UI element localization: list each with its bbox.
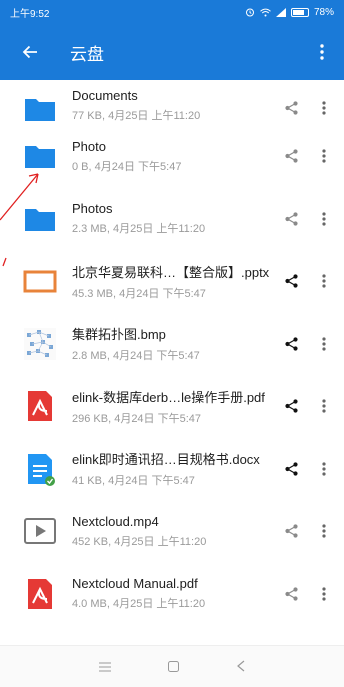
share-icon[interactable] [274,136,308,176]
share-icon[interactable] [274,511,308,551]
docx-icon [19,448,61,490]
more-vert-icon[interactable] [308,324,340,364]
file-row[interactable]: 北京华夏易联科…【整合版】.pptx 45.3 MB, 4月24日 下午5:47 [0,250,344,313]
back-button[interactable] [0,24,60,80]
file-meta: 2.3 MB, 4月25日 上午11:20 [72,223,206,236]
share-icon[interactable] [274,261,308,301]
share-icon[interactable] [274,574,308,614]
file-row[interactable]: Photos 2.3 MB, 4月25日 上午11:20 [0,188,344,251]
file-meta: 0 B, 4月24日 下午5:47 [72,160,182,173]
more-vert-icon[interactable] [308,261,340,301]
file-meta: 77 KB, 4月25日 上午11:20 [72,110,201,122]
more-vert-icon[interactable] [308,199,340,239]
file-text: Photo 0 B, 4月24日 下午5:47 [72,139,274,174]
file-list: Documents 77 KB, 4月25日 上午11:20 Photo 0 B, 4… [0,80,344,625]
more-vert-icon [320,44,324,60]
menu-nav-icon[interactable] [98,659,111,675]
share-icon[interactable] [274,386,308,426]
file-meta: 41 KB, 4月24日 下午5:47 [72,475,195,488]
more-vert-icon[interactable] [308,511,340,551]
file-row[interactable]: Nextcloud Manual.pdf 4.0 MB, 4月25日 上午11:2… [0,563,344,626]
folder-icon [19,198,61,240]
status-icons: 78% [245,7,334,18]
screen: 上午9:52 78% 云盘 Documents 77 KB, 4月25日 上午11… [0,0,344,687]
file-name: Nextcloud.mp4 [72,513,159,529]
video-icon [19,510,61,552]
file-text: elink-数据库derb…le操作手册.pdf 296 KB, 4月24日 下午… [72,387,274,426]
wifi-icon [260,8,271,16]
file-meta: 296 KB, 4月24日 下午5:47 [72,412,202,425]
file-name: elink即时通讯招…目规格书.docx [72,452,260,468]
file-text: Documents 77 KB, 4月25日 上午11:20 [72,88,274,123]
app-bar: 云盘 [0,24,344,80]
file-meta: 452 KB, 4月25日 上午11:20 [72,535,207,548]
battery-percent: 78% [313,6,334,18]
alarm-icon [245,8,254,17]
file-meta: 2.8 MB, 4月24日 下午5:47 [72,350,200,363]
file-text: Nextcloud.mp4 452 KB, 4月25日 上午11:20 [72,514,274,549]
file-text: 北京华夏易联科…【整合版】.pptx 45.3 MB, 4月24日 下午5:47 [72,262,274,301]
file-row[interactable]: Photo 0 B, 4月24日 下午5:47 [0,125,344,188]
file-name: Photos [72,201,113,217]
pdf-icon [19,385,61,427]
more-vert-icon[interactable] [308,88,340,128]
share-icon[interactable] [274,88,308,128]
file-name: Nextcloud Manual.pdf [72,576,198,592]
file-row[interactable]: Nextcloud.mp4 452 KB, 4月25日 上午11:20 [0,500,344,563]
file-row[interactable]: 集群拓扑图.bmp 2.8 MB, 4月24日 下午5:47 [0,313,344,376]
file-row[interactable]: elink即时通讯招…目规格书.docx 41 KB, 4月24日 下午5:47 [0,438,344,501]
file-row[interactable]: elink-数据库derb…le操作手册.pdf 296 KB, 4月24日 下午… [0,375,344,438]
home-nav-icon[interactable] [168,659,180,675]
battery-fill [292,9,304,15]
file-text: 集群拓扑图.bmp 2.8 MB, 4月24日 下午5:47 [72,324,274,363]
more-vert-icon[interactable] [308,449,340,489]
file-row[interactable]: Documents 77 KB, 4月25日 上午11:20 [0,80,344,125]
more-vert-icon[interactable] [308,574,340,614]
signal-icon [275,7,286,17]
status-bar: 上午9:52 78% [0,0,344,24]
file-text: Nextcloud Manual.pdf 4.0 MB, 4月25日 上午11:2… [72,576,274,611]
file-meta: 45.3 MB, 4月24日 下午5:47 [72,287,206,300]
file-name: 集群拓扑图.bmp [72,327,166,343]
share-icon[interactable] [274,199,308,239]
share-icon[interactable] [274,449,308,489]
file-meta: 4.0 MB, 4月25日 上午11:20 [72,598,206,611]
page-title: 云盘 [70,44,104,64]
folder-icon [19,88,61,130]
file-name: 北京华夏易联科…【整合版】.pptx [72,264,270,280]
status-time: 上午9:52 [10,8,50,20]
navigation-bar [0,645,344,687]
share-icon[interactable] [274,324,308,364]
file-name: elink-数据库derb…le操作手册.pdf [72,389,265,405]
overflow-menu-button[interactable] [300,24,344,80]
file-name: Photo [72,138,106,154]
file-text: Photos 2.3 MB, 4月25日 上午11:20 [72,201,274,236]
more-vert-icon[interactable] [308,386,340,426]
more-vert-icon[interactable] [308,136,340,176]
arrow-left-icon [22,45,37,59]
file-text: elink即时通讯招…目规格书.docx 41 KB, 4月24日 下午5:47 [72,449,274,488]
pptx-icon [19,260,61,302]
folder-icon [19,135,61,177]
back-nav-icon[interactable] [237,659,245,675]
image-icon [19,323,61,365]
pdf-icon [19,573,61,615]
battery-icon [290,7,309,17]
file-name: Documents [72,88,138,103]
